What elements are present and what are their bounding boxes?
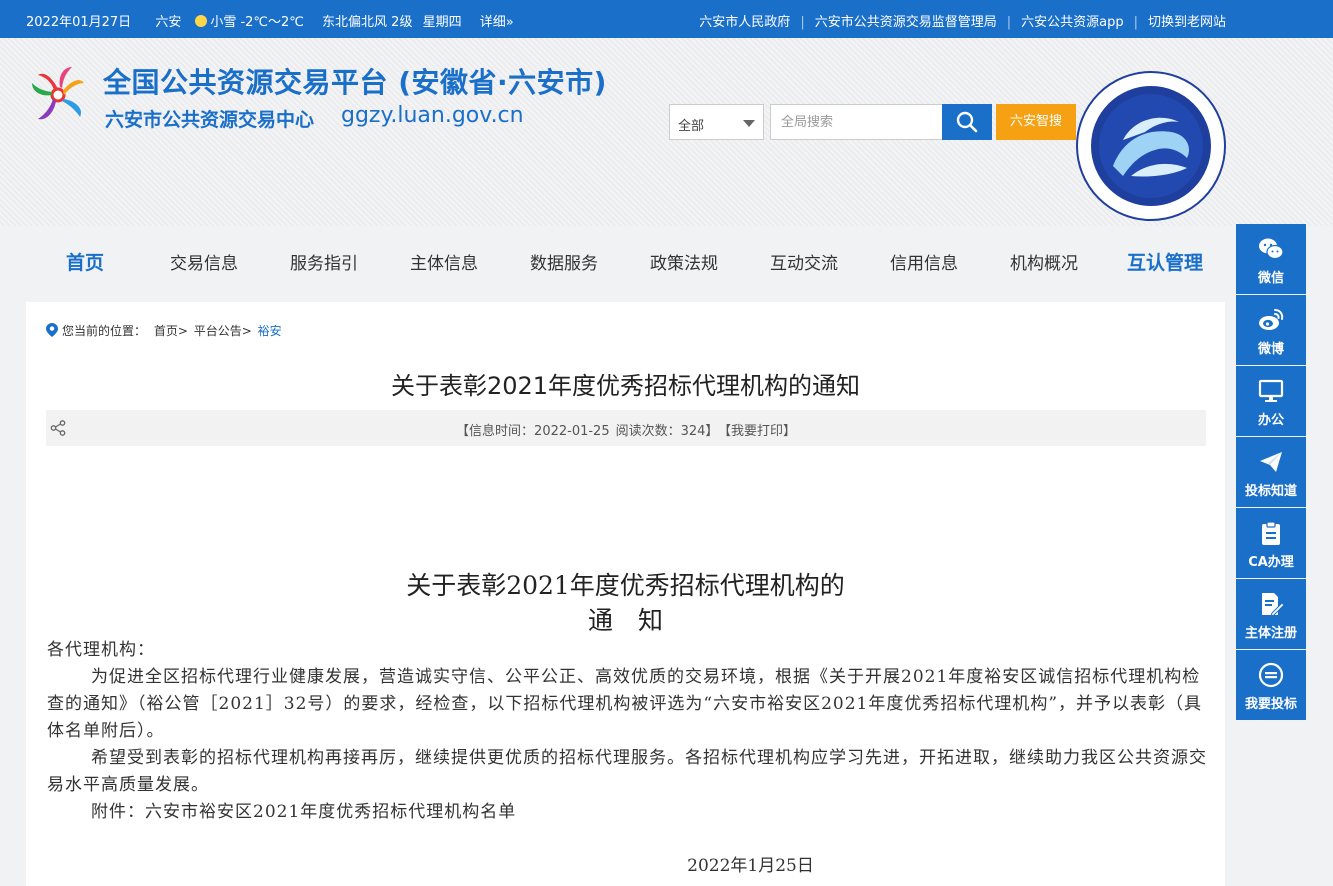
site-domain: ggzy.luan.gov.cn bbox=[341, 103, 524, 128]
document-date: 2022年1月25日 bbox=[687, 856, 814, 876]
breadcrumb-notice[interactable]: 平台公告> bbox=[194, 324, 252, 338]
content-panel: 您当前的位置： 首页> 平台公告> 裕安 关于表彰2021年度优秀招标代理机构的… bbox=[26, 302, 1225, 886]
wind-text: 东北偏北风 2级 bbox=[322, 15, 413, 30]
side-button-bid-guide[interactable]: 投标知道 bbox=[1236, 437, 1306, 507]
yangtze-delta-alliance-emblem-icon bbox=[1076, 71, 1226, 221]
search-icon bbox=[956, 111, 978, 132]
salutation: 各代理机构： bbox=[47, 640, 155, 660]
paragraph-2: 希望受到表彰的招标代理机构再接再厉，继续提供更优质的招标代理服务。各招标代理机构… bbox=[47, 748, 1207, 795]
side-label-ca: CA办理 bbox=[1248, 555, 1294, 570]
meta-reads: 阅读次数：324】 bbox=[615, 424, 719, 439]
weekday-text: 星期四 bbox=[422, 15, 462, 30]
location-pin-icon bbox=[46, 323, 58, 337]
search-button[interactable] bbox=[942, 104, 992, 140]
nav-item-data-service[interactable]: 数据服务 bbox=[530, 249, 598, 274]
top-link-old-site[interactable]: 切换到老网站 bbox=[1148, 15, 1226, 30]
weather-text: 小雪 -2℃～2℃ bbox=[210, 15, 304, 30]
date-text: 2022年01月27日 bbox=[26, 15, 132, 30]
weibo-icon bbox=[1259, 309, 1284, 330]
top-links: 六安市人民政府 | 六安市公共资源交易监督管理局 | 六安公共资源app | 切换到老网站 bbox=[699, 11, 1226, 30]
print-link[interactable]: 【我要打印】 bbox=[724, 424, 796, 439]
side-button-wechat[interactable]: 微信 bbox=[1236, 224, 1306, 294]
nav-item-interaction[interactable]: 互动交流 bbox=[770, 249, 838, 274]
top-link-app[interactable]: 六安公共资源app bbox=[1021, 15, 1123, 30]
main-nav: 首页 交易信息 服务指引 主体信息 数据服务 政策法规 互动交流 信用信息 机构… bbox=[0, 226, 1333, 300]
attachment-line: 附件：六安市裕安区2021年度优秀招标代理机构名单 bbox=[91, 802, 517, 822]
side-button-weibo[interactable]: 微博 bbox=[1236, 295, 1306, 365]
search-input[interactable] bbox=[770, 104, 943, 140]
snow-weather-icon bbox=[195, 15, 208, 27]
nav-item-mutual-recognition[interactable]: 互认管理 bbox=[1127, 248, 1203, 275]
smart-search-button[interactable]: 六安智搜 bbox=[996, 104, 1076, 140]
side-label-register: 主体注册 bbox=[1244, 626, 1297, 641]
side-label-weibo: 微博 bbox=[1257, 342, 1284, 357]
divider: | bbox=[800, 15, 805, 30]
monitor-icon bbox=[1258, 379, 1284, 402]
wechat-icon bbox=[1259, 238, 1284, 260]
side-button-office[interactable]: 办公 bbox=[1236, 366, 1306, 436]
site-title: 全国公共资源交易平台 (安徽省·六安市) bbox=[103, 66, 607, 99]
site-logo-icon[interactable] bbox=[26, 63, 90, 127]
side-label-bid: 我要投标 bbox=[1244, 697, 1297, 712]
side-label-wechat: 微信 bbox=[1257, 271, 1284, 286]
clipboard-icon bbox=[1262, 521, 1280, 545]
site-subtitle: 六安市公共资源交易中心 bbox=[105, 109, 315, 131]
document-title-line2: 通 知 bbox=[587, 606, 663, 635]
side-button-bid[interactable]: 我要投标 bbox=[1236, 650, 1306, 720]
side-button-ca[interactable]: CA办理 bbox=[1236, 508, 1306, 578]
nav-item-credit-info[interactable]: 信用信息 bbox=[890, 249, 958, 274]
weather-detail-link[interactable]: 详细» bbox=[480, 15, 514, 30]
nav-item-service-guide[interactable]: 服务指引 bbox=[290, 249, 358, 274]
document-title-line1: 关于表彰2021年度优秀招标代理机构的 bbox=[406, 571, 845, 600]
side-label-bid-guide: 投标知道 bbox=[1244, 484, 1297, 499]
side-toolbar: 微信 微博 办公 投标知道 CA办理 主体注册 我要投标 bbox=[1236, 224, 1306, 721]
meta-time: 【信息时间：2022-01-25 bbox=[456, 424, 610, 439]
nav-item-about[interactable]: 机构概况 bbox=[1010, 249, 1078, 274]
nav-item-trade-info[interactable]: 交易信息 bbox=[170, 249, 238, 274]
nav-item-policy[interactable]: 政策法规 bbox=[650, 249, 718, 274]
breadcrumb-current[interactable]: 裕安 bbox=[258, 324, 282, 338]
top-bar-info: 2022年01月27日 六安 小雪 -2℃～2℃ 东北偏北风 2级 星期四 详细» bbox=[26, 11, 528, 30]
breadcrumb: 您当前的位置： 首页> 平台公告> 裕安 bbox=[46, 322, 282, 339]
site-header: 全国公共资源交易平台 (安徽省·六安市) 六安市公共资源交易中心 ggzy.lu… bbox=[0, 38, 1333, 226]
side-label-office: 办公 bbox=[1257, 413, 1284, 428]
article-title: 关于表彰2021年度优秀招标代理机构的通知 bbox=[390, 372, 861, 400]
city-text: 六安 bbox=[155, 15, 182, 30]
bid-icon bbox=[1258, 662, 1284, 688]
edit-document-icon bbox=[1262, 593, 1284, 617]
weather-info: 小雪 -2℃～2℃ bbox=[195, 15, 304, 30]
search-scope-select[interactable]: 全部 bbox=[669, 104, 764, 140]
article-meta-bar: 【信息时间：2022-01-25 阅读次数：324】 【我要打印】 bbox=[46, 410, 1206, 446]
divider: | bbox=[1133, 15, 1138, 30]
side-button-register[interactable]: 主体注册 bbox=[1236, 579, 1306, 649]
breadcrumb-prefix: 您当前的位置： bbox=[62, 324, 147, 338]
document-body: 各代理机构： 为促进全区招标代理行业健康发展，营造诚实守信、公平公正、高效优质的… bbox=[47, 637, 1207, 826]
chevron-down-icon bbox=[743, 120, 755, 127]
top-link-gov[interactable]: 六安市人民政府 bbox=[699, 15, 790, 30]
nav-item-home[interactable]: 首页 bbox=[66, 248, 104, 275]
article-meta: 【信息时间：2022-01-25 阅读次数：324】 【我要打印】 bbox=[46, 420, 1206, 439]
search-scope-value: 全部 bbox=[678, 119, 705, 134]
top-link-bureau[interactable]: 六安市公共资源交易监督管理局 bbox=[815, 15, 997, 30]
breadcrumb-home[interactable]: 首页> bbox=[154, 324, 188, 338]
divider: | bbox=[1006, 15, 1012, 30]
paragraph-1: 为促进全区招标代理行业健康发展，营造诚实守信、公平公正、高效优质的交易环境，根据… bbox=[47, 667, 1203, 741]
nav-item-entity-info[interactable]: 主体信息 bbox=[410, 249, 478, 274]
paper-plane-icon bbox=[1260, 452, 1282, 472]
top-bar: 2022年01月27日 六安 小雪 -2℃～2℃ 东北偏北风 2级 星期四 详细»… bbox=[0, 0, 1333, 38]
